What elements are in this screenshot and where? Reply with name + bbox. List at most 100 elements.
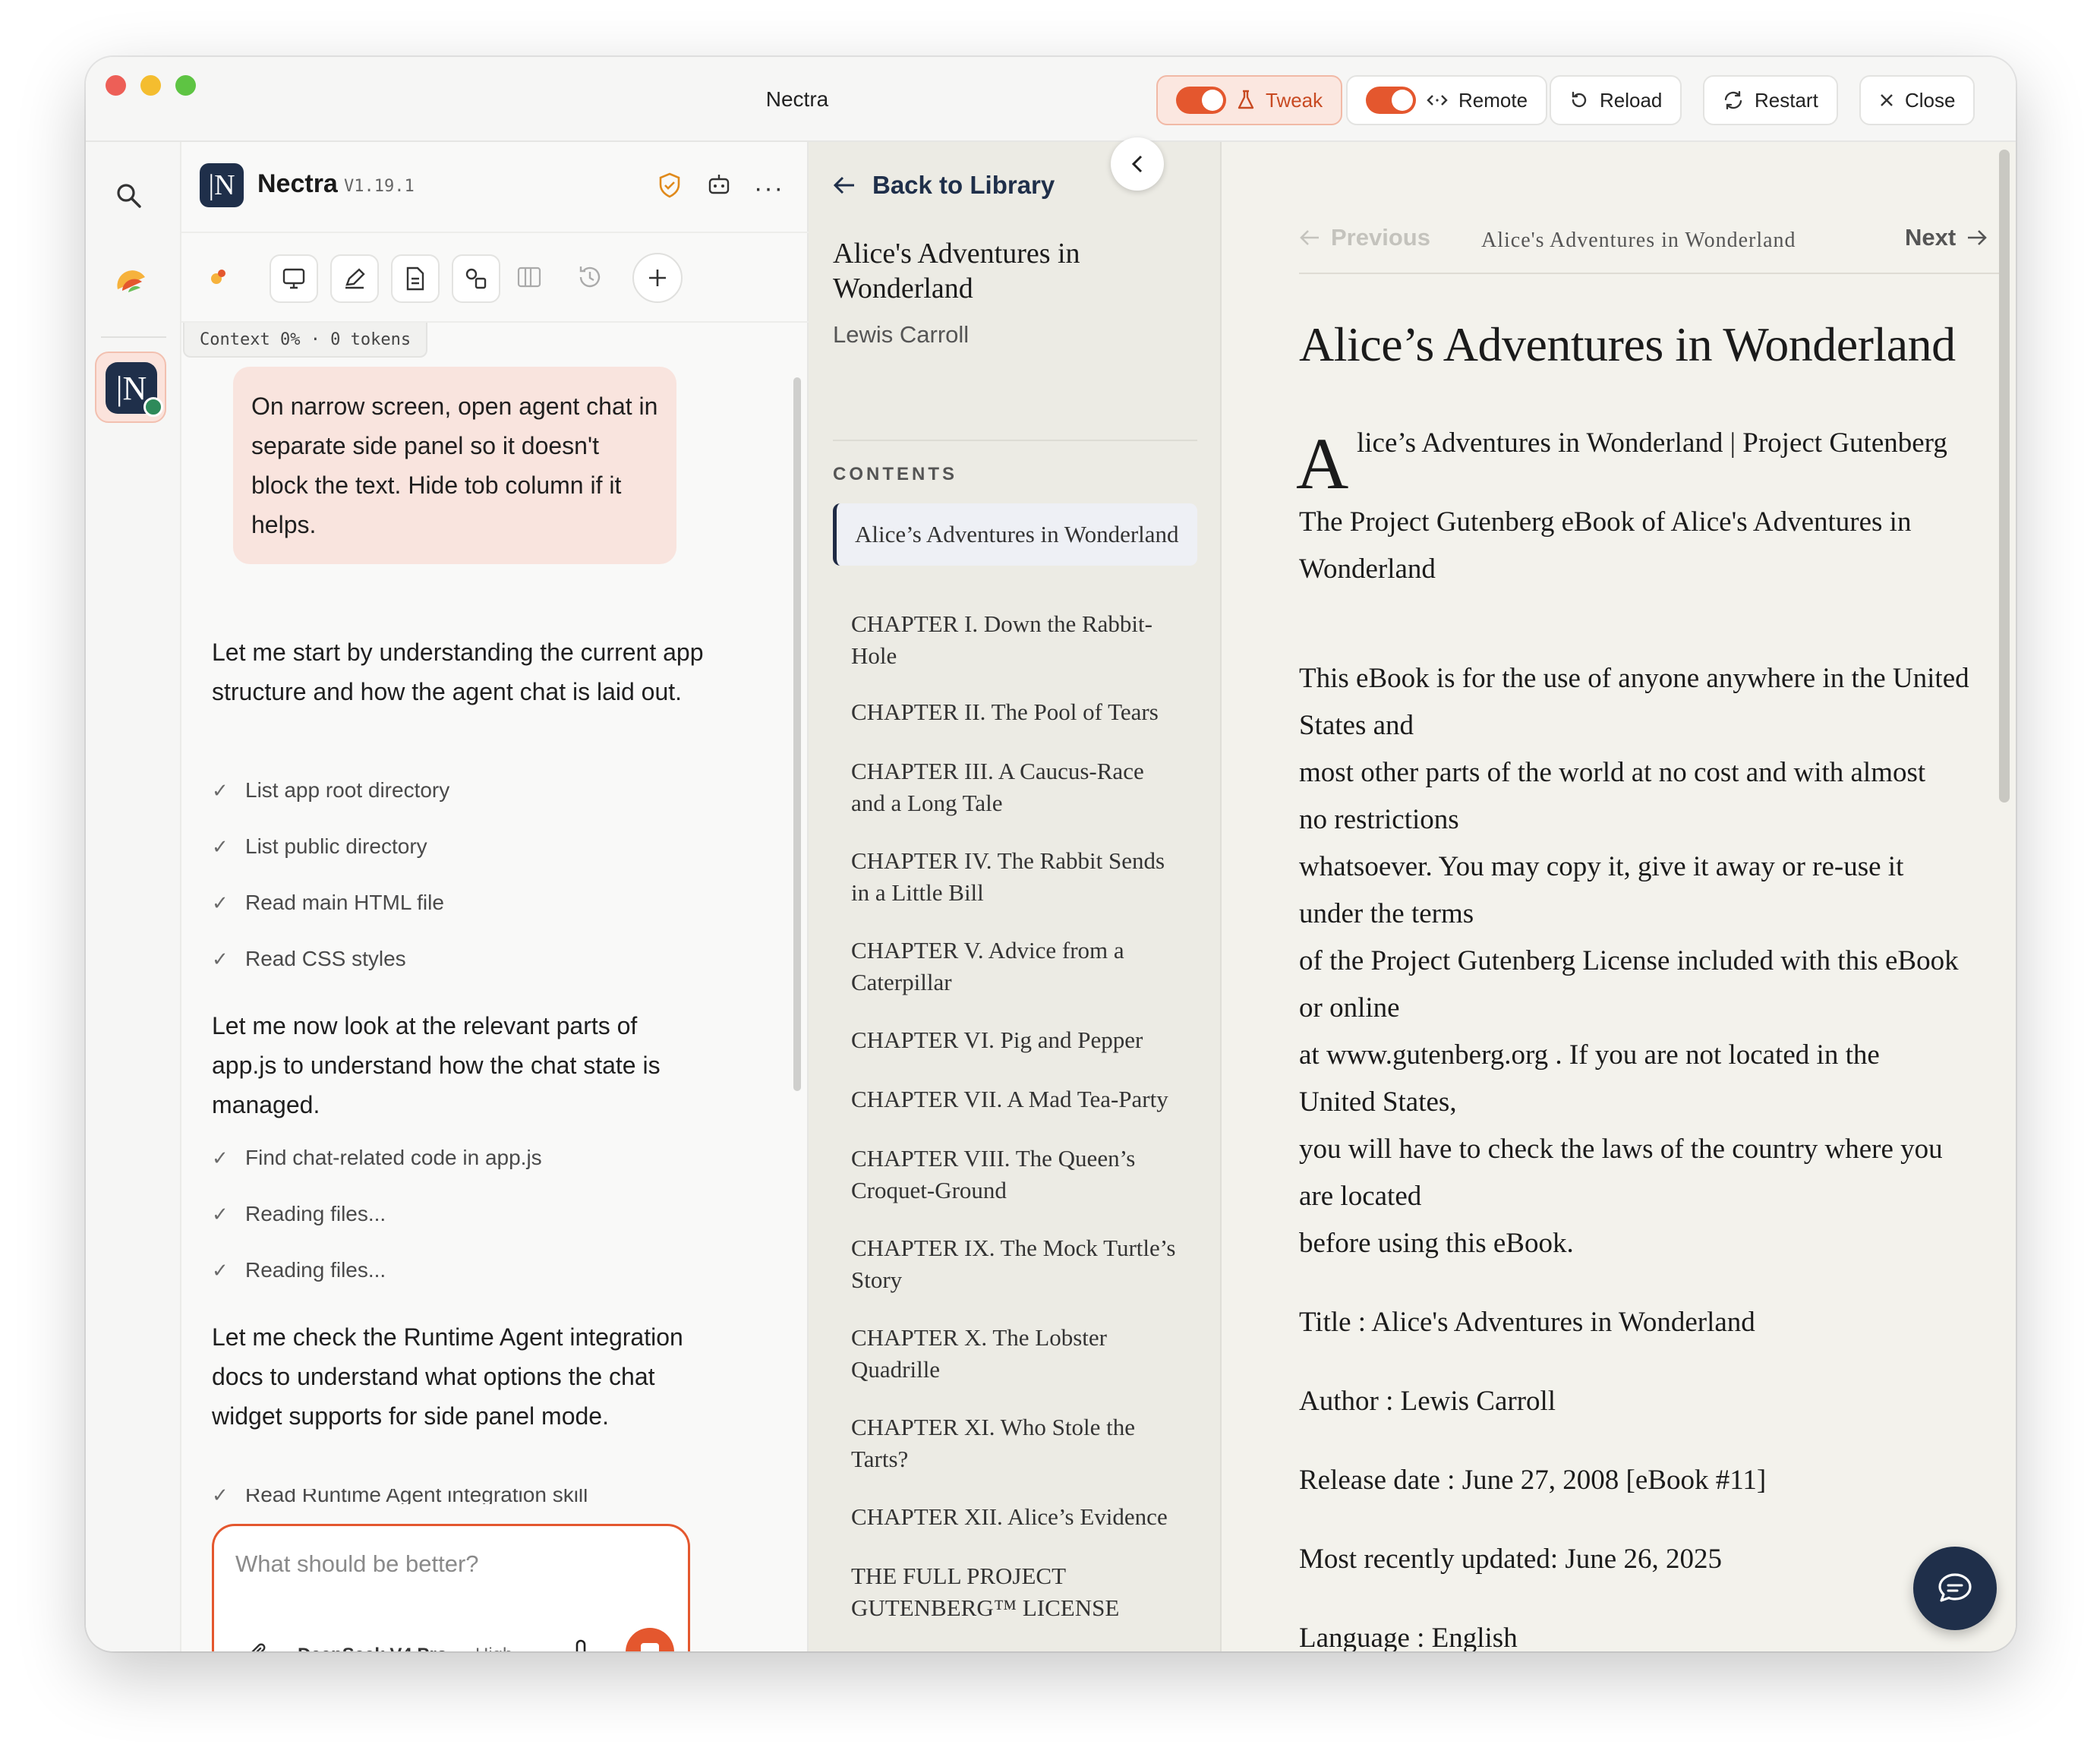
window-close-dot[interactable] xyxy=(106,75,126,96)
next-chapter-link[interactable]: Next xyxy=(1905,224,1988,251)
toc-item-chapter-11[interactable]: CHAPTER XI. Who Stole the Tarts? xyxy=(833,1396,1197,1490)
toc-item-chapter-5[interactable]: CHAPTER V. Advice from a Caterpillar xyxy=(833,919,1197,1014)
toc-item-license[interactable]: THE FULL PROJECT GUTENBERG™ LICENSE xyxy=(833,1545,1197,1639)
nectra-logo: |N xyxy=(200,163,244,207)
arrow-right-icon xyxy=(1968,230,1988,245)
stop-button[interactable] xyxy=(626,1628,674,1651)
reader-pane: Previous Alice's Adventures in Wonderlan… xyxy=(1222,142,2016,1651)
previous-chapter-link[interactable]: Previous xyxy=(1299,224,1430,251)
text-line: of the Project Gutenberg License include… xyxy=(1299,945,1959,976)
arrow-left-icon xyxy=(833,176,854,194)
contents-heading: CONTENTS xyxy=(833,464,957,484)
collapse-toc-button[interactable] xyxy=(1111,137,1164,191)
assistant-message: Let me start by understanding the curren… xyxy=(212,639,704,705)
check-icon: ✓ xyxy=(212,1489,229,1504)
restart-button[interactable]: Restart xyxy=(1703,75,1838,125)
monitor-icon[interactable] xyxy=(270,254,318,303)
toc-item-chapter-8[interactable]: CHAPTER VIII. The Queen’s Croquet-Ground xyxy=(833,1128,1197,1222)
close-label: Close xyxy=(1905,88,1956,112)
next-label: Next xyxy=(1905,224,1957,251)
toc-item-chapter-10[interactable]: CHAPTER X. The Lobster Quadrille xyxy=(833,1307,1197,1401)
document-icon[interactable] xyxy=(391,254,440,303)
text-line: at www.gutenberg.org . If you are not lo… xyxy=(1299,1039,1880,1071)
spark-icon[interactable] xyxy=(204,263,232,295)
toc-item-chapter-2[interactable]: CHAPTER II. The Pool of Tears xyxy=(833,681,1197,743)
toc-item-chapter-4[interactable]: CHAPTER IV. The Rabbit Sends in a Little… xyxy=(833,830,1197,924)
toc-item-title[interactable]: Alice’s Adventures in Wonderland xyxy=(833,503,1197,566)
agent-chat-panel: |N Nectra V1.19.1 ··· Context 0% · 0 tok… xyxy=(181,142,809,1651)
text-line: or online xyxy=(1299,992,1400,1023)
stop-icon xyxy=(641,1643,659,1651)
composer-input[interactable]: What should be better? xyxy=(235,1550,479,1578)
chapter-heading: Alice’s Adventures in Wonderland xyxy=(1299,317,1956,371)
toc-item-chapter-6[interactable]: CHAPTER VI. Pig and Pepper xyxy=(833,1009,1197,1071)
text-line: whatsoever. You may copy it, give it awa… xyxy=(1299,851,1904,882)
remote-toggle[interactable] xyxy=(1366,87,1416,114)
step-item: ✓ Find chat-related code in app.js xyxy=(212,1146,542,1169)
text-line: no restrictions xyxy=(1299,804,1459,835)
text-line: Language : English xyxy=(1299,1623,1518,1651)
text-line: This eBook is for the use of anyone anyw… xyxy=(1299,663,1969,694)
remote-button[interactable]: Remote xyxy=(1346,75,1548,125)
effort-selector[interactable]: High xyxy=(475,1645,512,1651)
search-icon[interactable] xyxy=(115,181,143,214)
paperclip-icon[interactable] xyxy=(246,1642,270,1651)
open-chat-button[interactable] xyxy=(1913,1547,1997,1630)
add-icon[interactable] xyxy=(632,253,683,303)
nectra-app-tile[interactable]: |N xyxy=(95,352,166,423)
book-author: Lewis Carroll xyxy=(833,321,970,348)
toc-item-chapter-12[interactable]: CHAPTER XII. Alice’s Evidence xyxy=(833,1486,1197,1548)
model-selector[interactable]: DeepSeek V4 Pro xyxy=(298,1645,447,1651)
chat-scrollbar[interactable] xyxy=(793,377,801,1091)
window-zoom-dot[interactable] xyxy=(175,75,196,96)
code-arrows-icon xyxy=(1427,95,1448,106)
shapes-icon[interactable] xyxy=(452,254,500,303)
shield-icon[interactable] xyxy=(658,172,681,202)
back-label: Back to Library xyxy=(872,171,1055,199)
assistant-message: Let me check the Runtime Agent integrati… xyxy=(212,1323,683,1430)
check-icon: ✓ xyxy=(212,834,229,858)
text-line: Author : Lewis Carroll xyxy=(1299,1386,1556,1417)
toc-item-chapter-7[interactable]: CHAPTER VII. A Mad Tea-Party xyxy=(833,1068,1197,1131)
step-item-clipped: ✓ Read Runtime Agent integration skill xyxy=(212,1489,743,1504)
icon-rail: |N xyxy=(86,142,181,1651)
chevron-left-icon xyxy=(1131,155,1143,173)
reader-scrollbar[interactable] xyxy=(1999,150,2010,803)
text-line: are located xyxy=(1299,1181,1422,1212)
check-icon: ✓ xyxy=(212,1146,229,1169)
version-label: V1.19.1 xyxy=(344,177,415,196)
check-icon: ✓ xyxy=(212,1202,229,1225)
toc-item-chapter-3[interactable]: CHAPTER III. A Caucus-Race and a Long Ta… xyxy=(833,740,1197,834)
text-line: you will have to check the laws of the c… xyxy=(1299,1134,1943,1165)
text-line: under the terms xyxy=(1299,898,1474,929)
book-title: Alice's Adventures in Wonderland xyxy=(833,238,1080,304)
back-to-library-link[interactable]: Back to Library xyxy=(833,171,1055,200)
microphone-icon[interactable] xyxy=(571,1638,591,1651)
restart-icon xyxy=(1724,90,1742,110)
history-icon[interactable] xyxy=(576,263,604,295)
tweak-button[interactable]: Tweak xyxy=(1156,75,1343,125)
citrus-slice-icon[interactable] xyxy=(115,263,148,301)
check-icon: ✓ xyxy=(212,891,229,914)
step-item: ✓ Read CSS styles xyxy=(212,947,406,970)
more-options-icon[interactable]: ··· xyxy=(754,174,784,203)
text-line: before using this eBook. xyxy=(1299,1228,1574,1259)
app-name: Nectra xyxy=(257,169,338,198)
toc-item-chapter-9[interactable]: CHAPTER IX. The Mock Turtle’s Story xyxy=(833,1217,1197,1311)
window-minimize-dot[interactable] xyxy=(140,75,161,96)
step-item: ✓ Read main HTML file xyxy=(212,891,444,914)
reload-icon xyxy=(1572,91,1587,108)
tweak-toggle[interactable] xyxy=(1176,87,1226,114)
toc-item-chapter-1[interactable]: CHAPTER I. Down the Rabbit-Hole xyxy=(833,593,1197,687)
draw-icon[interactable] xyxy=(330,254,379,303)
columns-icon[interactable] xyxy=(516,263,543,295)
close-button[interactable]: Close xyxy=(1859,75,1975,125)
robot-icon[interactable] xyxy=(707,172,731,200)
text-line: lice’s Adventures in Wonderland | Projec… xyxy=(1357,427,1947,459)
chat-composer: What should be better? DeepSeek V4 Pro H… xyxy=(212,1524,690,1651)
text-line: Most recently updated: June 26, 2025 xyxy=(1299,1544,1722,1575)
chat-header: |N Nectra V1.19.1 ··· xyxy=(181,142,809,233)
app-window: Nectra Tweak Remote Reload Restart Close xyxy=(86,57,2016,1651)
reload-button[interactable]: Reload xyxy=(1550,75,1682,125)
arrow-left-icon xyxy=(1300,230,1319,245)
